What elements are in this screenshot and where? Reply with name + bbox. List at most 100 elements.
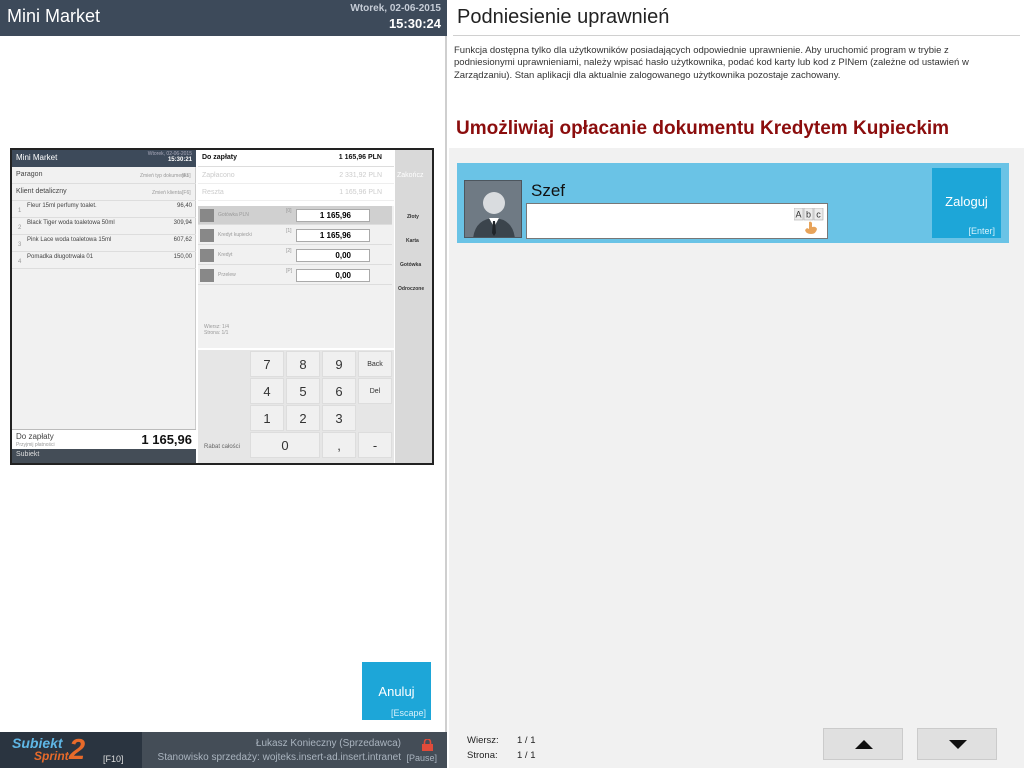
preview-client-key: [F6]: [182, 190, 191, 196]
preview-bottom-bar: Subiekt: [12, 449, 196, 463]
preview-due-label: Do zapłaty: [202, 154, 238, 161]
current-user: Łukasz Konieczny (Sprzedawca): [255, 738, 401, 749]
cash-icon: [200, 209, 214, 222]
preview-item-row: 2 Black Tiger woda toaletowa 50ml 309,94: [12, 218, 196, 235]
preview-method-key: [1]: [286, 228, 292, 234]
preview-to-pay-label: Do zapłaty: [16, 432, 54, 441]
cancel-button[interactable]: Anuluj [Escape]: [362, 662, 431, 720]
panel-description: Funkcja dostępna tylko dla użytkowników …: [454, 45, 969, 81]
preview-due-row: Do zapłaty 1 165,96 PLN: [198, 150, 394, 167]
lock-icon[interactable]: [421, 739, 434, 751]
password-input[interactable]: [526, 203, 828, 239]
top-bar: Mini Market Wtorek, 02-06-2015 15:30:24: [0, 0, 447, 36]
preview-doc-type-key: [F5]: [182, 173, 191, 179]
preview-to-pay-sub: Przyjmij płatności: [16, 442, 55, 448]
login-button[interactable]: Zaloguj [Enter]: [932, 168, 1001, 238]
page-label: Strona:: [467, 750, 498, 761]
preview-key: 9: [322, 351, 356, 377]
preview-item-name: Pomadka długotrwała 01: [27, 254, 94, 260]
preview-methods: Gotówka PLN [0] 1 165,96 Kredyt kupiecki…: [198, 206, 394, 348]
preview-key: Del: [358, 378, 392, 404]
preview-client: Klient detaliczny: [16, 188, 67, 195]
panel-title: Podniesienie uprawnień: [457, 6, 670, 28]
app-title: Mini Market: [7, 6, 101, 26]
preview-item-price: 309,94: [173, 220, 192, 226]
sales-station: Stanowisko sprzedaży: wojteks.insert-ad.…: [157, 752, 401, 763]
panel-header: Podniesienie uprawnień Funkcja dostępna …: [449, 0, 1024, 148]
preview-app-title: Mini Market: [16, 153, 58, 162]
preview-method-key: [0]: [286, 208, 292, 214]
logo-sub: Sprint: [34, 749, 69, 763]
preview-item-name: Fleur 15ml perfumy toalet.: [27, 203, 97, 209]
preview-item-no: 1: [18, 208, 22, 214]
page-down-button[interactable]: [917, 728, 997, 760]
preview-change-value: 1 165,96 PLN: [339, 189, 382, 196]
preview-key: 5: [286, 378, 320, 404]
logo-number: 2: [69, 734, 86, 766]
cancel-shortcut: [Escape]: [390, 708, 426, 718]
permission-heading: Umożliwiaj opłacanie dokumentu Kredytem …: [456, 118, 950, 139]
preview-doc-type-row: Paragon Zmień typ dokumentu [F5]: [12, 167, 196, 184]
preview-paid-label: Zapłacono: [202, 172, 235, 179]
status-bar: Subiekt Sprint 2 [F10] Łukasz Konieczny …: [0, 732, 447, 768]
cancel-button-label: Anuluj: [378, 684, 415, 699]
preview-item-no: 2: [18, 225, 22, 231]
preview-method-name: Gotówka PLN: [218, 212, 249, 218]
logo-shortcut: [F10]: [103, 754, 124, 764]
keyboard-icon[interactable]: A b c: [794, 208, 824, 234]
left-pane: Mini Market Wtorek, 02-06-2015 15:30:24 …: [0, 0, 447, 768]
preview-key: 6: [322, 378, 356, 404]
pager-info: Wiersz: 1 / 1 Strona: 1 / 1: [467, 733, 536, 763]
preview-key: 7: [250, 351, 284, 377]
preview-receipt: Paragon Zmień typ dokumentu [F5] Klient …: [12, 167, 196, 463]
preview-item-price: 607,62: [173, 237, 192, 243]
preview-method-row: Przelew [P] 0,00: [198, 266, 392, 285]
preview-key: Back: [358, 351, 392, 377]
transfer-icon: [200, 269, 214, 282]
preview-side-item: Karta: [406, 238, 419, 244]
preview-item-no: 3: [18, 242, 22, 248]
arrow-down-icon: [949, 740, 967, 749]
credit-icon: [200, 229, 214, 242]
preview-change-label: Reszta: [202, 189, 224, 196]
preview-key: 4: [250, 378, 284, 404]
preview-item-name: Black Tiger woda toaletowa 50ml: [27, 220, 115, 226]
preview-to-pay-total: 1 165,96: [141, 432, 192, 447]
preview-key: 8: [286, 351, 320, 377]
preview-side-item: Odroczone: [398, 286, 425, 292]
svg-text:b: b: [806, 210, 811, 220]
page-up-button[interactable]: [823, 728, 903, 760]
page-value: 1 / 1: [517, 750, 536, 761]
preview-key: 0: [250, 432, 320, 458]
login-button-label: Zaloguj: [945, 194, 988, 209]
preview-time: 15:30:21: [167, 157, 192, 163]
preview-top-bar: Mini Market Wtorek, 02-06-2015 15:30:21: [12, 150, 196, 167]
preview-item-price: 96,40: [176, 203, 192, 209]
preview-method-key: [2]: [286, 248, 292, 254]
avatar: [464, 180, 522, 238]
preview-logo: Subiekt: [16, 451, 40, 458]
preview-method-name: Kredyt: [218, 252, 233, 258]
preview-method-value: 1 165,96: [296, 229, 370, 242]
preview-side-panel: Zakończ Złoty Karta Gotówka Odroczone: [395, 150, 432, 463]
preview-key: -: [358, 432, 392, 458]
user-name: Szef: [531, 181, 566, 200]
date-label: Wtorek, 02-06-2015: [350, 3, 441, 14]
person-icon: [465, 181, 521, 237]
preview-method-name: Kredyt kupiecki: [218, 232, 252, 238]
subiekt-logo[interactable]: Subiekt Sprint 2 [F10]: [0, 732, 142, 768]
svg-text:A: A: [795, 210, 801, 220]
preview-keypad: 7 8 9 Back 4 5 6 Del 1 2 3 0 , - Rabat c…: [198, 350, 394, 463]
divider: [453, 35, 1020, 36]
user-card[interactable]: Szef A b c Zaloguj [Enter]: [457, 163, 1009, 243]
preview-item-price: 150,00: [173, 254, 192, 260]
row-label: Wiersz:: [467, 735, 499, 746]
login-shortcut: [Enter]: [968, 226, 995, 236]
preview-paid-value: 2 331,92 PLN: [339, 172, 382, 179]
preview-method-row: Gotówka PLN [0] 1 165,96: [198, 206, 392, 225]
row-value: 1 / 1: [517, 735, 536, 746]
preview-payment-panel: Do zapłaty 1 165,96 PLN Zapłacono 2 331,…: [198, 150, 394, 463]
preview-method-row: Kredyt kupiecki [1] 1 165,96: [198, 226, 392, 245]
preview-method-name: Przelew: [218, 272, 236, 278]
preview-method-value: 0,00: [296, 269, 370, 282]
